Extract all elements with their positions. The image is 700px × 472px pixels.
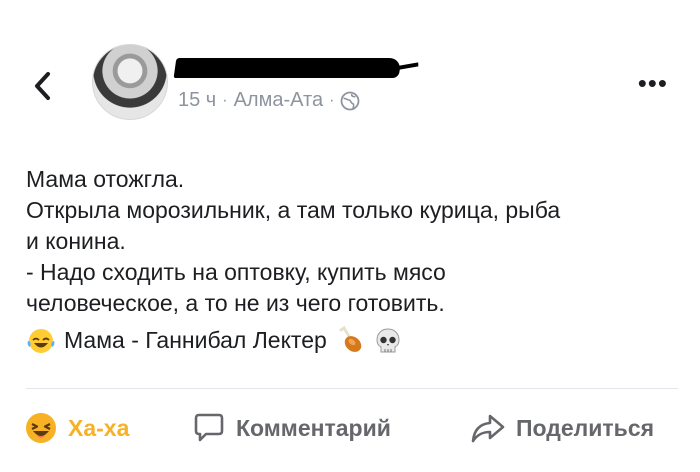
poultry-leg-emoji — [339, 325, 362, 352]
post-emoji-line: Мама - Ганнибал Лектер — [26, 325, 686, 356]
comment-icon — [194, 413, 224, 442]
haha-label: Ха-ха — [68, 414, 130, 441]
comment-button[interactable]: Комментарий — [192, 412, 391, 444]
skull-emoji — [376, 327, 400, 352]
laughing-tears-emoji — [27, 328, 55, 353]
haha-icon — [26, 413, 56, 443]
back-button[interactable] — [28, 66, 58, 106]
meta-separator: · — [329, 91, 335, 109]
share-label: Поделиться — [516, 414, 655, 441]
post-text-line: и конина. — [26, 228, 126, 254]
share-button[interactable]: Поделиться — [470, 412, 654, 444]
post-text-line: - Надо сходить на оптовку, купить мясо — [26, 259, 446, 285]
actions-divider — [26, 388, 678, 389]
meta-separator: · — [222, 91, 228, 109]
emoji-line-text: Мама - Ганнибал Лектер — [64, 327, 327, 353]
globe-icon — [341, 91, 360, 110]
post-body: Мама отожгла. Открыла морозильник, а там… — [26, 164, 686, 356]
post-actions-bar: Ха-ха Комментарий Поделиться — [0, 400, 700, 456]
haha-reaction-button[interactable]: Ха-ха — [24, 411, 129, 445]
post-text-line: Мама отожгла. — [26, 166, 185, 192]
post-location[interactable]: Алма-Ата — [234, 89, 324, 112]
redacted-author-name[interactable] — [173, 58, 402, 78]
post-text-line: Открыла морозильник, а там только курица… — [26, 197, 561, 223]
post-meta: 15 ч · Алма-Ата · — [178, 89, 360, 112]
more-options-button[interactable]: ••• — [638, 68, 668, 99]
chevron-left-icon — [35, 72, 50, 100]
post-header: 15 ч · Алма-Ата · ••• — [0, 0, 700, 140]
comment-label: Комментарий — [236, 414, 391, 441]
post-text-line: человеческое, а то не из чего готовить. — [26, 290, 445, 316]
more-horizontal-icon: ••• — [637, 68, 668, 98]
post-time[interactable]: 15 ч — [178, 89, 216, 112]
share-icon — [471, 414, 505, 443]
avatar[interactable] — [92, 44, 168, 120]
